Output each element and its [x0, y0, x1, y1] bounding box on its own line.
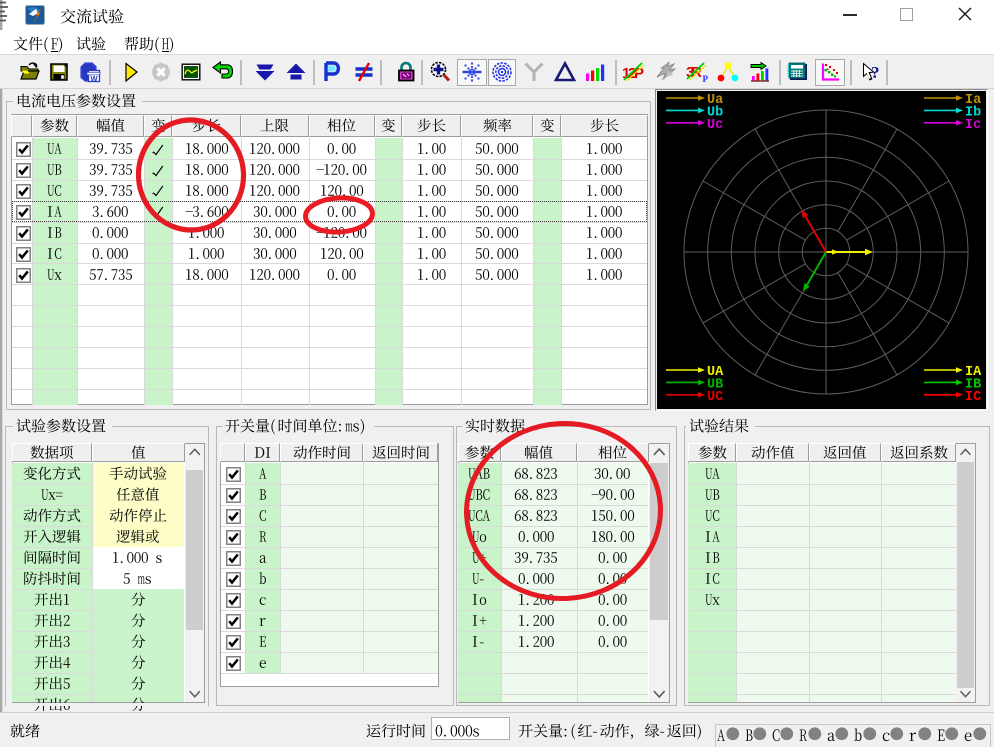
svg-text:IC: IC: [965, 390, 981, 405]
svg-text:P: P: [703, 74, 709, 84]
svg-text:Uc: Uc: [707, 118, 723, 133]
svg-text:?: ?: [871, 63, 880, 82]
svg-text:UC: UC: [707, 390, 723, 405]
svg-text:W: W: [90, 74, 98, 83]
svg-text:Ic: Ic: [965, 118, 981, 133]
